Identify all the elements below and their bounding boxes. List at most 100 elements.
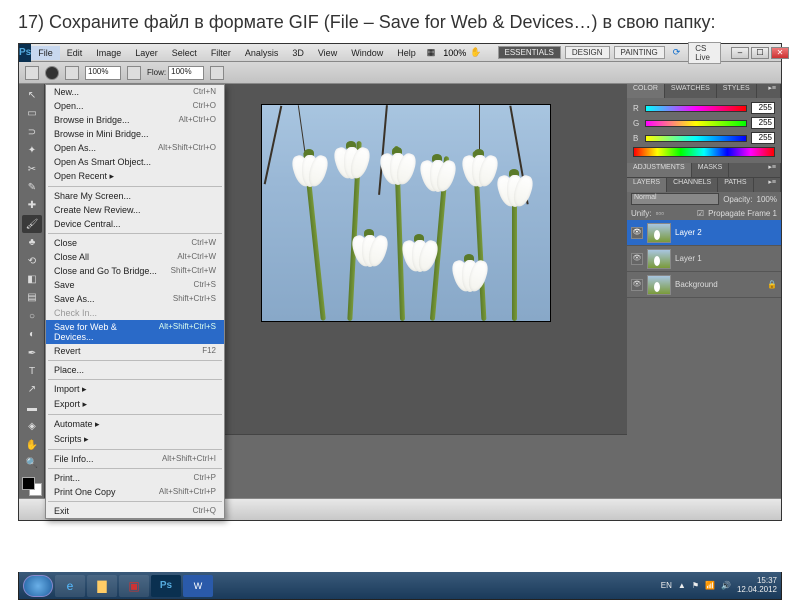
menuitem-print[interactable]: Print...Ctrl+P	[46, 471, 224, 485]
minimize-button[interactable]: –	[731, 47, 749, 59]
b-value[interactable]: 255	[751, 132, 775, 144]
maximize-button[interactable]: ☐	[751, 47, 769, 59]
workspace-painting[interactable]: PAINTING	[614, 46, 665, 59]
tab-swatches[interactable]: SWATCHES	[665, 84, 717, 98]
menuitem-automate[interactable]: Automate ▸	[46, 417, 224, 432]
menu-filter[interactable]: Filter	[204, 46, 238, 60]
menuitem-browse-in-mini-bridge[interactable]: Browse in Mini Bridge...	[46, 127, 224, 141]
tray-volume-icon[interactable]: 🔊	[721, 581, 731, 590]
panel-menu-icon[interactable]: ▸≡	[764, 163, 781, 177]
workspace-essentials[interactable]: ESSENTIALS	[498, 46, 561, 59]
tab-adjustments[interactable]: ADJUSTMENTS	[627, 163, 692, 177]
move-tool[interactable]: ↖	[22, 86, 42, 104]
tab-paths[interactable]: PATHS	[718, 178, 753, 192]
menu-analysis[interactable]: Analysis	[238, 46, 286, 60]
layer-layer-1[interactable]: 👁Layer 1	[627, 246, 781, 272]
history-brush-tool[interactable]: ⟲	[22, 252, 42, 270]
menuitem-close[interactable]: CloseCtrl+W	[46, 236, 224, 250]
taskbar-ie[interactable]: e	[55, 575, 85, 597]
r-slider[interactable]	[645, 105, 747, 112]
menuitem-open[interactable]: Open...Ctrl+O	[46, 99, 224, 113]
type-tool[interactable]: T	[22, 362, 42, 380]
blur-tool[interactable]: ○	[22, 307, 42, 325]
stamp-tool[interactable]: ♣	[22, 233, 42, 251]
menuitem-share-my-screen[interactable]: Share My Screen...	[46, 189, 224, 203]
tab-channels[interactable]: CHANNELS	[667, 178, 718, 192]
menu-edit[interactable]: Edit	[60, 46, 90, 60]
menuitem-exit[interactable]: ExitCtrl+Q	[46, 504, 224, 518]
menuitem-save-as[interactable]: Save As...Shift+Ctrl+S	[46, 292, 224, 306]
menu-3d[interactable]: 3D	[285, 46, 311, 60]
sync-icon[interactable]: ⟳	[669, 47, 685, 58]
hue-strip[interactable]	[633, 147, 775, 157]
menuitem-open-as-smart-object[interactable]: Open As Smart Object...	[46, 155, 224, 169]
flow-input[interactable]: 100%	[168, 66, 204, 80]
document-canvas[interactable]	[261, 104, 551, 322]
visibility-icon[interactable]: 👁	[631, 227, 643, 239]
tab-layers[interactable]: LAYERS	[627, 178, 667, 192]
path-tool[interactable]: ↗	[22, 381, 42, 399]
menu-file[interactable]: File	[31, 46, 60, 60]
zoom-tool[interactable]: 🔍	[22, 454, 42, 472]
brush-panel-icon[interactable]	[65, 66, 79, 80]
menuitem-create-new-review[interactable]: Create New Review...	[46, 203, 224, 217]
menuitem-save-for-web-devices[interactable]: Save for Web & Devices...Alt+Shift+Ctrl+…	[46, 320, 224, 344]
marquee-tool[interactable]: ▭	[22, 105, 42, 123]
zoom-value[interactable]: 100%	[443, 48, 466, 58]
cslive-button[interactable]: CS Live	[688, 42, 721, 64]
tab-color[interactable]: COLOR	[627, 84, 665, 98]
r-value[interactable]: 255	[751, 102, 775, 114]
menu-help[interactable]: Help	[390, 46, 423, 60]
menuitem-revert[interactable]: RevertF12	[46, 344, 224, 358]
panel-menu-icon[interactable]: ▸≡	[764, 84, 781, 98]
menuitem-import[interactable]: Import ▸	[46, 382, 224, 397]
taskbar-app[interactable]: ▣	[119, 575, 149, 597]
tool-preset-icon[interactable]	[25, 66, 39, 80]
menuitem-browse-in-bridge[interactable]: Browse in Bridge...Alt+Ctrl+O	[46, 113, 224, 127]
language-indicator[interactable]: EN	[661, 581, 672, 590]
taskbar-photoshop[interactable]: Ps	[151, 575, 181, 597]
layer-layer-2[interactable]: 👁Layer 2	[627, 220, 781, 246]
shape-tool[interactable]: ▬	[22, 399, 42, 417]
close-button[interactable]: ✕	[771, 47, 789, 59]
menuitem-scripts[interactable]: Scripts ▸	[46, 432, 224, 447]
menuitem-save[interactable]: SaveCtrl+S	[46, 278, 224, 292]
menu-layer[interactable]: Layer	[128, 46, 165, 60]
wand-tool[interactable]: ✦	[22, 141, 42, 159]
panel-menu-icon[interactable]: ▸≡	[764, 178, 781, 192]
b-slider[interactable]	[645, 135, 747, 142]
tray-flag-icon[interactable]: ⚑	[692, 581, 699, 590]
lasso-tool[interactable]: ⊃	[22, 123, 42, 141]
heal-tool[interactable]: ✚	[22, 197, 42, 215]
opacity-value[interactable]: 100%	[757, 195, 777, 204]
eraser-tool[interactable]: ◧	[22, 270, 42, 288]
hand-icon[interactable]: ✋	[470, 47, 481, 58]
unify-icon[interactable]: ▫▫▫	[655, 209, 664, 218]
menuitem-print-one-copy[interactable]: Print One CopyAlt+Shift+Ctrl+P	[46, 485, 224, 499]
menu-window[interactable]: Window	[344, 46, 390, 60]
menuitem-file-info[interactable]: File Info...Alt+Shift+Ctrl+I	[46, 452, 224, 466]
menuitem-open-recent[interactable]: Open Recent ▸	[46, 169, 224, 184]
tablet-icon[interactable]	[210, 66, 224, 80]
menuitem-close-all[interactable]: Close AllAlt+Ctrl+W	[46, 250, 224, 264]
eyedropper-tool[interactable]: ✎	[22, 178, 42, 196]
tab-masks[interactable]: MASKS	[692, 163, 730, 177]
blend-mode-select[interactable]: Normal	[631, 193, 719, 205]
g-slider[interactable]	[645, 120, 747, 127]
menu-view[interactable]: View	[311, 46, 344, 60]
menu-select[interactable]: Select	[165, 46, 204, 60]
menuitem-close-and-go-to-bridge[interactable]: Close and Go To Bridge...Shift+Ctrl+W	[46, 264, 224, 278]
3d-tool[interactable]: ◈	[22, 418, 42, 436]
propagate-label[interactable]: Propagate Frame 1	[708, 209, 777, 218]
start-button[interactable]	[23, 575, 53, 597]
dodge-tool[interactable]: ◐	[22, 325, 42, 343]
gradient-tool[interactable]: ▤	[22, 289, 42, 307]
brush-preview-icon[interactable]	[45, 66, 59, 80]
taskbar-word[interactable]: W	[183, 575, 213, 597]
menuitem-new[interactable]: New...Ctrl+N	[46, 85, 224, 99]
menu-image[interactable]: Image	[89, 46, 128, 60]
crop-tool[interactable]: ✂	[22, 160, 42, 178]
taskbar-clock[interactable]: 15:37 12.04.2012	[737, 577, 777, 595]
layer-background[interactable]: 👁Background🔒	[627, 272, 781, 298]
visibility-icon[interactable]: 👁	[631, 253, 643, 265]
